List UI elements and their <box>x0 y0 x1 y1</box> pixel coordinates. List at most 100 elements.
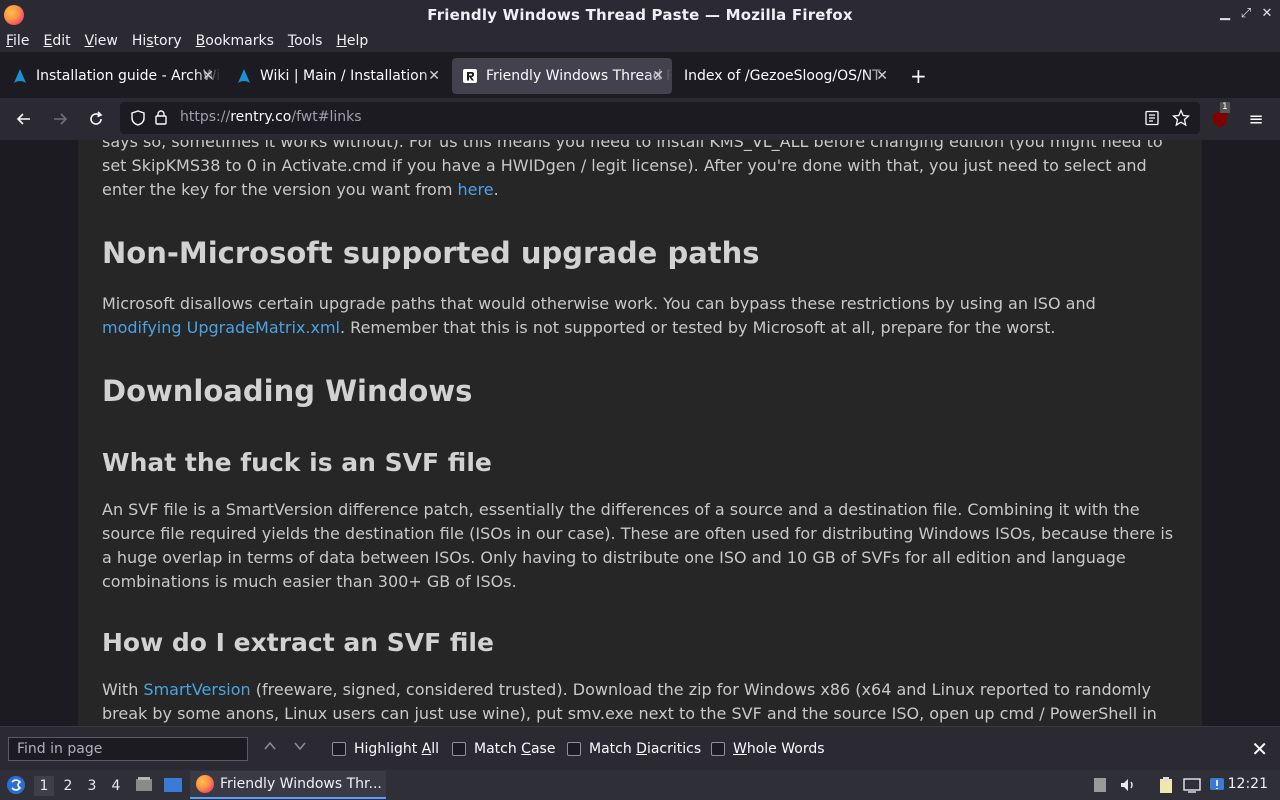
checkbox-label: Whole Words <box>733 741 825 757</box>
minimize-icon[interactable]: ▁ <box>1217 6 1233 21</box>
text-line: says so, sometimes it works without). Fo… <box>102 140 1163 151</box>
tracking-protection-icon[interactable] <box>130 110 146 126</box>
text-line: a huge overlap in terms of data between … <box>102 548 1126 567</box>
checkbox-match-diacritics[interactable]: Match Diacritics <box>567 741 701 757</box>
file-manager-icon[interactable] <box>135 776 153 794</box>
close-tab-icon[interactable]: ✕ <box>428 68 440 84</box>
back-icon[interactable] <box>13 108 35 130</box>
text-line: break by some anons, Linux users can jus… <box>102 704 1157 723</box>
tab-installation-guide[interactable]: Installation guide - ArchWiki ✕ <box>2 58 222 94</box>
navigation-toolbar: https://rentry.co/fwt#links 1 ≡ <box>0 98 1280 140</box>
menu-history[interactable]: History <box>132 33 182 49</box>
menu-help[interactable]: Help <box>336 33 368 49</box>
taskbar-item-label: Friendly Windows Thr... <box>220 776 382 792</box>
heading-downloading-windows: Downloading Windows <box>102 374 473 408</box>
rentry-icon <box>463 69 477 83</box>
volume-icon[interactable] <box>1119 776 1137 794</box>
paragraph-extract-svf: With SmartVersion (freeware, signed, con… <box>102 678 1182 726</box>
text-line: Microsoft disallows certain upgrade path… <box>102 294 1096 313</box>
firefox-logo-icon <box>4 5 24 25</box>
menu-view[interactable]: View <box>85 33 118 49</box>
tab-label: Friendly Windows Thread Paste <box>486 68 672 84</box>
window-titlebar: Friendly Windows Thread Paste — Mozilla … <box>0 0 1280 30</box>
menu-tools[interactable]: Tools <box>288 33 323 49</box>
find-input[interactable] <box>8 737 248 761</box>
restore-icon[interactable]: ⤢ <box>1238 6 1254 21</box>
find-bar: Highlight All Match Case Match Diacritics W… <box>0 726 1280 770</box>
tab-index-of[interactable]: Index of /GezoeSloog/OS/NT ✕ <box>676 58 896 94</box>
start-menu-icon[interactable] <box>6 775 26 795</box>
url-bar[interactable]: https://rentry.co/fwt#links <box>120 102 1200 134</box>
bookmark-star-icon[interactable] <box>1172 109 1190 127</box>
reload-icon[interactable] <box>85 108 107 130</box>
paragraph-edition-change: says so, sometimes it works without). Fo… <box>102 140 1182 202</box>
close-window-icon[interactable]: ✕ <box>1259 6 1275 21</box>
clock[interactable]: 12:21 <box>1228 776 1268 792</box>
link-upgradematrix[interactable]: modifying UpgradeMatrix.xml <box>102 318 340 337</box>
lock-icon[interactable] <box>154 109 168 125</box>
tab-label: Index of /GezoeSloog/OS/NT <box>684 68 881 84</box>
checkbox-highlight-all[interactable]: Highlight All <box>332 741 439 757</box>
new-tab-button[interactable]: + <box>910 64 927 88</box>
url-text[interactable]: https://rentry.co/fwt#links <box>180 109 362 125</box>
firefox-icon <box>196 775 214 793</box>
window-title: Friendly Windows Thread Paste — Mozilla … <box>427 6 853 24</box>
notification-icon[interactable] <box>1208 776 1226 794</box>
close-findbar-icon[interactable]: ✕ <box>1251 737 1268 761</box>
archlinux-icon <box>238 69 250 83</box>
close-tab-icon[interactable]: ✕ <box>202 68 214 84</box>
menubar: File Edit View History Bookmarks Tools Help <box>0 30 1280 52</box>
taskbar: 1234 Friendly Windows Thr... 12:21 <box>0 770 1280 800</box>
find-previous-icon[interactable] <box>263 739 277 757</box>
checkbox-box[interactable] <box>711 742 725 756</box>
paragraph-svf: An SVF file is a SmartVersion difference… <box>102 498 1182 594</box>
workspace-3[interactable]: 3 <box>82 776 102 796</box>
tab-wiki-installation[interactable]: Wiki | Main / Installation ✕ <box>226 58 448 94</box>
heading-upgrade-paths: Non-Microsoft supported upgrade paths <box>102 236 760 270</box>
workspace-4[interactable]: 4 <box>106 776 126 796</box>
tab-strip: Installation guide - ArchWiki ✕ Wiki | M… <box>0 56 1280 98</box>
forward-icon[interactable] <box>49 108 71 130</box>
close-tab-icon[interactable]: ✕ <box>876 68 888 84</box>
paragraph-upgrade-paths: Microsoft disallows certain upgrade path… <box>102 292 1182 340</box>
checkbox-whole-words[interactable]: Whole Words <box>711 741 825 757</box>
checkbox-box[interactable] <box>452 742 466 756</box>
tab-friendly-windows-thread[interactable]: Friendly Windows Thread Paste ✕ <box>452 58 672 94</box>
page-viewport[interactable]: says so, sometimes it works without). Fo… <box>0 140 1280 726</box>
text-line: modifying UpgradeMatrix.xml. Remember th… <box>102 318 1056 337</box>
text-line: set SkipKMS38 to 0 in Activate.cmd if yo… <box>102 156 1147 175</box>
workspace-1[interactable]: 1 <box>34 776 54 796</box>
link-smartversion[interactable]: SmartVersion <box>143 680 250 699</box>
text-line: enter the key for the version you want f… <box>102 180 499 199</box>
text-line: combinations is much easier than 300+ GB… <box>102 572 517 591</box>
hamburger-menu-icon[interactable]: ≡ <box>1245 108 1267 130</box>
menu-file[interactable]: File <box>6 33 29 49</box>
checkbox-box[interactable] <box>567 742 581 756</box>
network-icon[interactable] <box>1183 776 1201 794</box>
reader-view-icon[interactable] <box>1144 110 1160 126</box>
menu-bookmarks[interactable]: Bookmarks <box>196 33 274 49</box>
clipboard-icon[interactable] <box>1157 776 1175 794</box>
close-tab-icon[interactable]: ✕ <box>652 68 664 84</box>
desktop-icon[interactable] <box>163 776 183 794</box>
archlinux-icon <box>14 69 26 83</box>
checkbox-match-case[interactable]: Match Case <box>452 741 555 757</box>
text-line: With SmartVersion (freeware, signed, con… <box>102 680 1151 699</box>
checkbox-box[interactable] <box>332 742 346 756</box>
checkbox-label: Match Diacritics <box>589 741 702 757</box>
find-next-icon[interactable] <box>293 739 307 757</box>
tab-label: Wiki | Main / Installation <box>260 68 428 84</box>
heading-extract-svf: How do I extract an SVF file <box>102 628 494 657</box>
notes-icon[interactable] <box>1091 776 1109 794</box>
text-line: An SVF file is a SmartVersion difference… <box>102 500 1140 519</box>
taskbar-item-firefox[interactable]: Friendly Windows Thr... <box>190 771 386 799</box>
link-here[interactable]: here <box>458 180 494 199</box>
checkbox-label: Match Case <box>474 741 556 757</box>
checkbox-label: Highlight All <box>354 741 440 757</box>
heading-svf-file: What the fuck is an SVF file <box>102 448 492 477</box>
ublock-origin-icon[interactable]: 1 <box>1210 102 1230 129</box>
article: says so, sometimes it works without). Fo… <box>78 140 1202 726</box>
tab-label: Installation guide - ArchWiki <box>36 68 222 84</box>
menu-edit[interactable]: Edit <box>43 33 70 49</box>
workspace-2[interactable]: 2 <box>58 776 78 796</box>
